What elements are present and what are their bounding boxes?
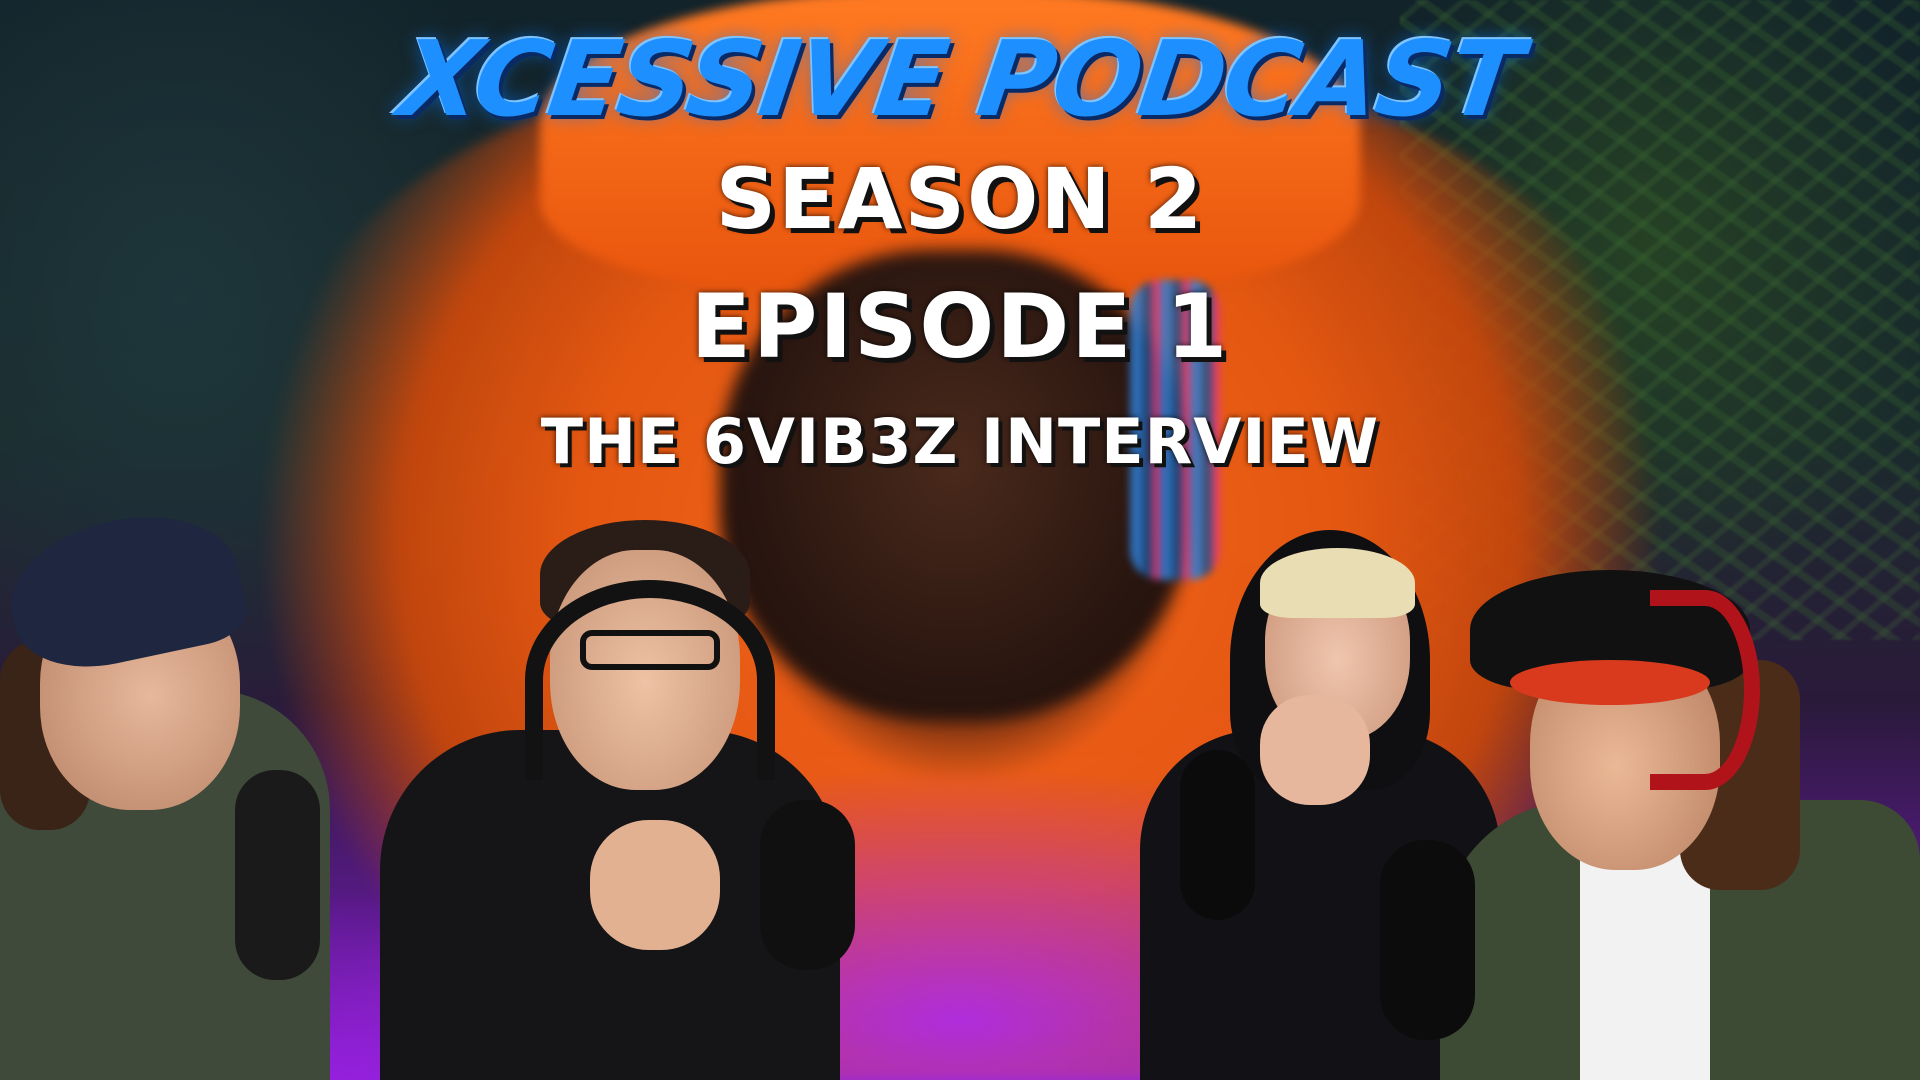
episode-label: EPISODE 1 [690, 275, 1230, 378]
microphone-icon [1380, 840, 1475, 1040]
host-right [1380, 550, 1920, 1080]
host-center-left [380, 520, 880, 1080]
host-left [0, 497, 330, 1080]
thumbnail: XCESSIVE PODCAST SEASON 2 EPISODE 1 THE … [0, 0, 1920, 1080]
headphones-icon [1650, 590, 1760, 790]
host-right-shirt [1580, 850, 1710, 1080]
episode-title: THE 6VIB3Z INTERVIEW [540, 405, 1380, 478]
glasses-icon [580, 630, 720, 670]
microphone-icon [760, 800, 855, 970]
host-center-right-hand [1260, 695, 1370, 805]
season-label: SEASON 2 [715, 150, 1205, 248]
host-center-left-hand [590, 820, 720, 950]
microphone-icon [235, 770, 320, 980]
microphone-icon [1180, 750, 1255, 920]
headphones-icon [525, 580, 775, 780]
podcast-name: XCESSIVE PODCAST [392, 18, 1528, 140]
